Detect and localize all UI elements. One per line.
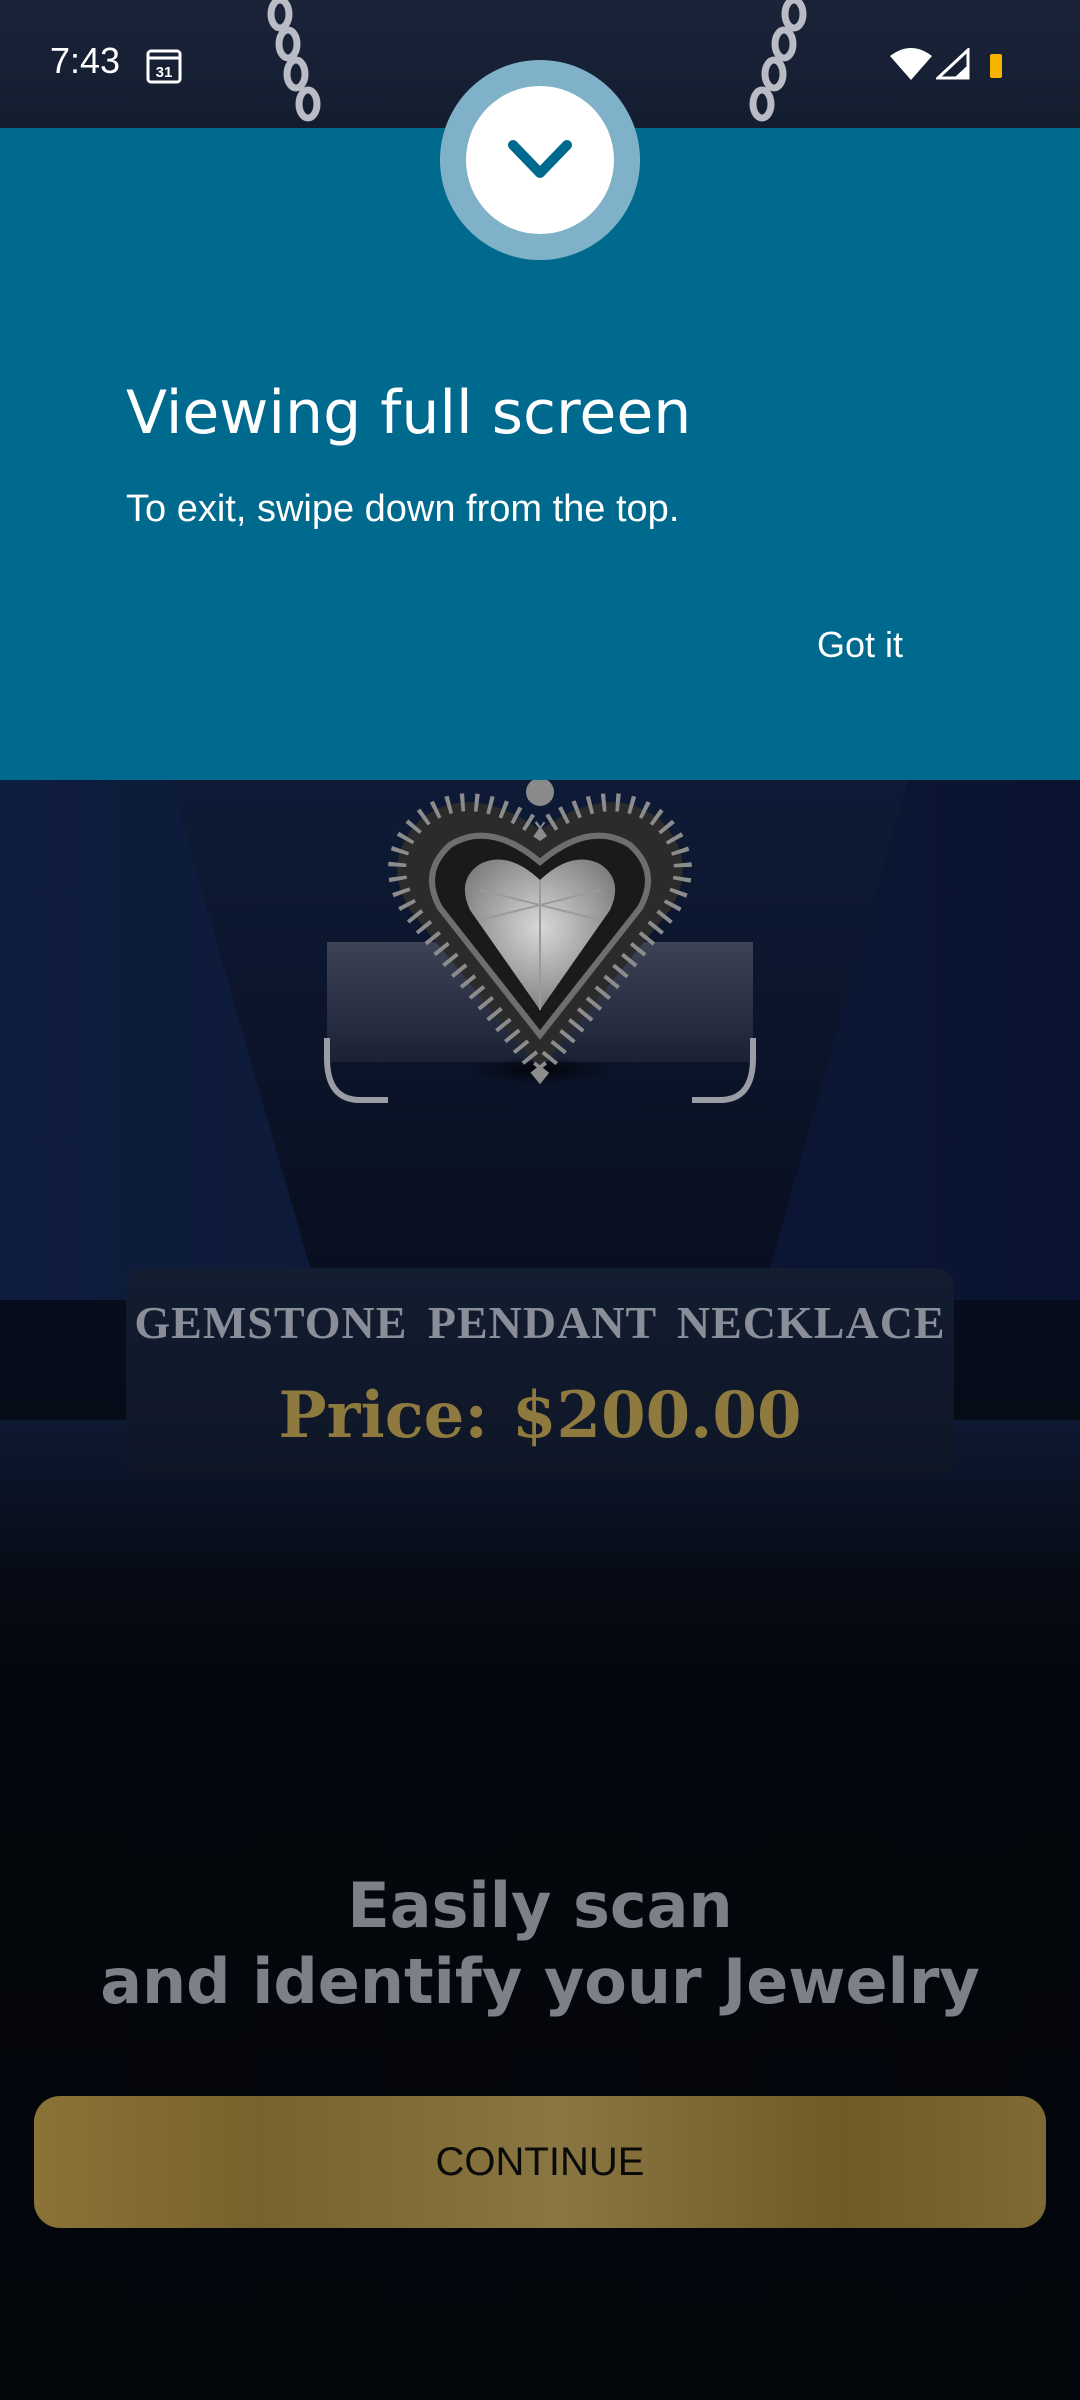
product-image bbox=[324, 780, 756, 1103]
product-info-card: GEMSTONE PENDANT NECKLACE Price: $200.00 bbox=[126, 1268, 954, 1478]
continue-label: CONTINUE bbox=[435, 2139, 645, 2184]
calendar-icon: 31 bbox=[146, 49, 182, 84]
necklace-chain-left bbox=[267, 0, 321, 122]
continue-button[interactable]: CONTINUE bbox=[34, 2096, 1046, 2228]
fullscreen-notice: Viewing full screen To exit, swipe down … bbox=[0, 60, 1080, 780]
got-it-button[interactable]: Got it bbox=[790, 610, 930, 680]
notice-icon-ring bbox=[440, 60, 640, 260]
chevron-down-icon bbox=[508, 140, 572, 178]
notice-title: Viewing full screen bbox=[126, 378, 692, 448]
tagline-line-1: Easily scan bbox=[347, 1869, 733, 1942]
status-time: 7:43 bbox=[50, 40, 121, 81]
cell-signal-icon bbox=[936, 48, 970, 80]
price-row: Price: $200.00 bbox=[126, 1378, 954, 1453]
necklace-chain-right bbox=[749, 0, 807, 122]
notice-icon-badge bbox=[466, 86, 614, 234]
onboarding-tagline: Easily scan and identify your Jewelry bbox=[0, 1868, 1080, 2020]
tagline-line-2: and identify your Jewelry bbox=[100, 1945, 980, 2018]
price-label: Price: bbox=[278, 1378, 488, 1453]
calendar-day: 31 bbox=[156, 64, 173, 81]
battery-low-icon bbox=[990, 54, 1002, 78]
wifi-icon bbox=[890, 48, 932, 80]
product-name: GEMSTONE PENDANT NECKLACE bbox=[134, 1297, 946, 1348]
price-value: $200.00 bbox=[512, 1378, 802, 1453]
app-screen: 7:43 31 Viewing full screen To exit, swi… bbox=[0, 0, 1080, 2400]
notice-message: To exit, swipe down from the top. bbox=[126, 488, 680, 530]
